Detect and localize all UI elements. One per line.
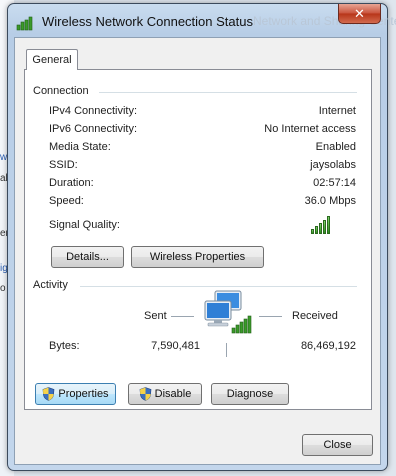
general-tab-panel: Connection IPv4 Connectivity: Internet I… [24,69,372,410]
diagnose-button[interactable]: Diagnose [211,383,289,405]
title-bar[interactable]: Wireless Network Connection Status Netwo… [8,4,396,40]
sent-label: Sent [144,310,167,322]
signal-quality-label: Signal Quality: [49,219,120,231]
duration-label: Duration: [49,177,94,189]
tab-general[interactable]: General [26,49,78,70]
uac-shield-icon [139,387,152,401]
status-dialog: Wireless Network Connection Status Netwo… [7,3,396,471]
signal-bar [315,226,318,234]
bytes-label: Bytes: [49,340,80,352]
details-button[interactable]: Details... [51,246,124,268]
bytes-sent-value: 7,590,481 [151,340,200,352]
properties-button[interactable]: Properties [35,383,116,405]
close-button[interactable]: Close [302,434,373,456]
uac-shield-icon [42,387,55,401]
ssid-value: jaysolabs [310,159,356,171]
media-state-value: Enabled [315,141,356,153]
properties-button-label: Properties [58,388,109,400]
close-icon: ✕ [354,5,365,21]
wireless-signal-icon [16,15,36,31]
signal-bar [319,223,322,234]
disable-button[interactable]: Disable [128,383,202,405]
signal-bar [327,216,330,234]
ipv4-value: Internet [318,105,356,117]
signal-bar [311,229,314,234]
background-text-fragment: o [0,283,6,294]
connection-heading: Connection [33,85,89,97]
duration-value: 02:57:14 [313,177,356,189]
speed-label: Speed: [49,195,84,207]
received-connector-line [259,316,282,317]
ipv4-label: IPv4 Connectivity: [49,105,138,117]
sent-connector-line [171,316,194,317]
bytes-received-value: 86,469,192 [300,340,356,352]
window-title: Wireless Network Connection Status [42,14,253,29]
disable-button-label: Disable [154,388,192,400]
window-close-button[interactable]: ✕ [338,4,381,24]
signal-bar [323,220,326,234]
speed-value: 36.0 Mbps [304,195,356,207]
signal-quality-icon [311,214,330,234]
dialog-client-area: General Connection IPv4 Connectivity: In… [14,37,381,465]
section-divider [80,286,357,287]
activity-divider [226,343,227,357]
activity-heading: Activity [33,279,68,291]
network-computers-icon [201,288,253,338]
ipv6-label: IPv6 Connectivity: [49,123,138,135]
media-state-label: Media State: [49,141,111,153]
ipv6-value: No Internet access [264,123,356,135]
received-label: Received [292,310,338,322]
wireless-properties-button[interactable]: Wireless Properties [131,246,264,268]
section-divider [99,92,357,93]
ssid-label: SSID: [49,159,78,171]
